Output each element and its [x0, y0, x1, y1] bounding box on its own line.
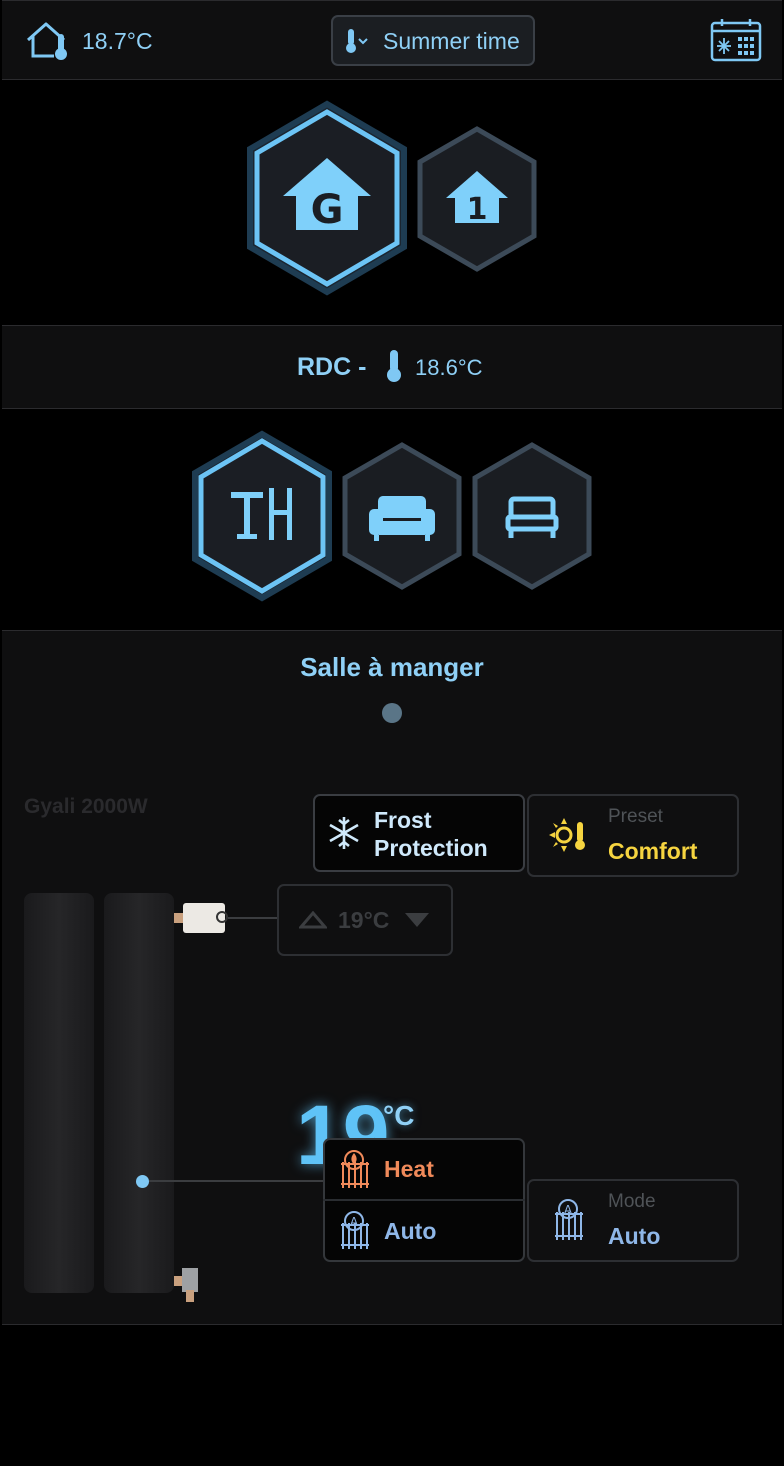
svg-text:A: A: [350, 1215, 359, 1229]
current-temperature-unit: °C: [383, 1100, 415, 1131]
preset-caption: Preset: [608, 806, 663, 827]
mode-caption: Mode: [608, 1191, 656, 1212]
radiator-flame-icon: [337, 1148, 371, 1195]
divider: [323, 1199, 525, 1201]
floor-label-first: 1: [467, 192, 488, 227]
mode-value: Auto: [608, 1223, 661, 1249]
room-title: Salle à manger: [300, 652, 484, 682]
connector-node: [136, 1175, 149, 1188]
radiator-body: [24, 893, 94, 1293]
setpoint-value: 19°C: [338, 907, 390, 933]
radiator-pipe: [186, 1290, 194, 1302]
frost-protection-label: Frost Protection: [374, 807, 488, 861]
room-hex-dining[interactable]: [191, 430, 333, 602]
season-label: Summer time: [383, 28, 520, 54]
connector-line: [228, 917, 278, 919]
connector-node: [216, 911, 228, 923]
radiator-outlet-valve: [182, 1268, 198, 1292]
preset-value: Comfort: [608, 838, 698, 864]
calendar-snowflake-icon[interactable]: [710, 18, 762, 62]
floor-temperature: 18.6°C: [415, 355, 483, 380]
floor-hex-ground[interactable]: G: [246, 100, 408, 296]
home-thermometer-icon: [24, 20, 72, 67]
radiator-auto-icon: A: [551, 1198, 585, 1247]
room-hex-bedroom[interactable]: [471, 441, 593, 591]
floor-label-ground: G: [311, 187, 344, 233]
radiator-body: [104, 893, 174, 1293]
device-name: Gyali 2000W: [24, 795, 148, 818]
floor-name: RDC -: [297, 353, 367, 381]
setpoint-down-arrow-icon[interactable]: [403, 911, 431, 934]
thermometer-icon: [384, 348, 404, 389]
connector-line: [149, 1180, 324, 1182]
thermometer-chevron-icon: [343, 27, 371, 60]
svg-text:A: A: [564, 1203, 573, 1217]
mode-option-heat-label: Heat: [384, 1156, 434, 1182]
mode-option-auto-label: Auto: [384, 1218, 437, 1244]
room-hex-living[interactable]: [341, 441, 463, 591]
snowflake-icon: [326, 815, 362, 856]
floor-hex-first[interactable]: 1: [416, 125, 538, 273]
setpoint-up-arrow-icon[interactable]: [297, 910, 329, 934]
page-indicator-dot[interactable]: [382, 703, 402, 723]
home-temperature: 18.7°C: [82, 28, 153, 54]
radiator-auto-icon: A: [337, 1209, 371, 1256]
sun-thermometer-icon: [549, 816, 587, 859]
